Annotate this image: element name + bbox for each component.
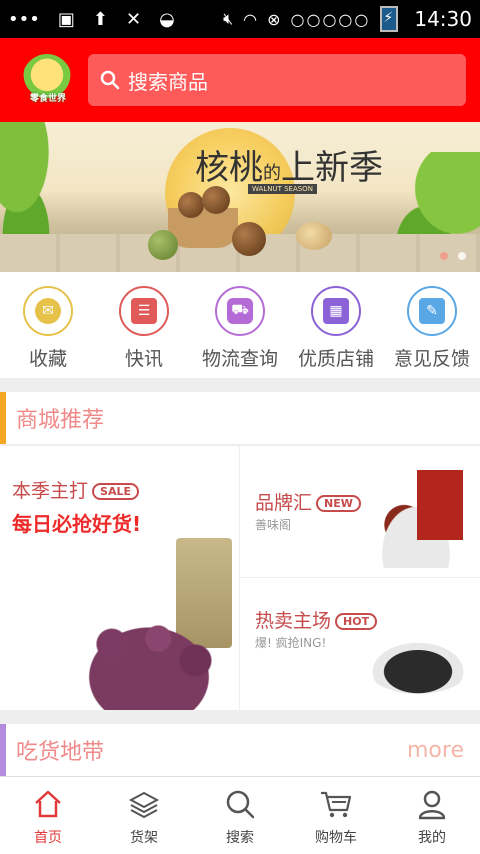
promo-title: 品牌汇 NEW xyxy=(255,488,361,515)
user-icon xyxy=(415,787,449,821)
clipboard-icon: ☰ xyxy=(119,286,169,336)
sale-badge: SALE xyxy=(92,483,139,500)
shortcut-logistics[interactable]: ⛟ 物流查询 xyxy=(192,272,288,378)
nav-profile[interactable]: 我的 xyxy=(384,777,480,854)
logo-text: 零食世界 xyxy=(29,94,66,104)
purple-peanuts-image xyxy=(56,600,239,710)
shortcut-label: 意见反馈 xyxy=(393,348,470,370)
section-accent-bar xyxy=(0,392,6,444)
banner-subtitle: WALNUT SEASON xyxy=(248,184,317,194)
walnut-image xyxy=(202,186,230,214)
shortcut-label: 快讯 xyxy=(124,348,163,370)
upload-icon: ⬆ xyxy=(92,8,108,30)
promo-brand-card[interactable]: 品牌汇 NEW 善味阁 xyxy=(241,446,480,578)
search-placeholder: 搜索商品 xyxy=(128,69,208,94)
promo-headline: 每日必抢好货! xyxy=(12,512,142,536)
nav-shelf[interactable]: 货架 xyxy=(96,777,192,854)
envelope-icon: ✉ xyxy=(23,286,73,336)
nav-label: 搜索 xyxy=(226,830,254,846)
cart-icon xyxy=(319,787,353,821)
mute-icon: 🔇︎ xyxy=(223,9,234,28)
green-walnut-image xyxy=(148,230,178,260)
shortcut-news[interactable]: ☰ 快讯 xyxy=(96,272,192,378)
app-logo[interactable]: 零食世界 xyxy=(22,54,72,106)
edit-icon: ✎ xyxy=(407,286,457,336)
hot-badge: HOT xyxy=(335,613,378,630)
search-icon xyxy=(98,68,122,92)
store-icon: ▦ xyxy=(311,286,361,336)
carousel-dot[interactable] xyxy=(458,252,466,260)
more-link[interactable]: more xyxy=(407,738,464,763)
promo-grid: 本季主打 SALE 每日必抢好货! 品牌汇 NEW 善味阁 热卖主场 HOT 爆! 疯… xyxy=(0,446,480,710)
search-icon xyxy=(223,787,257,821)
data-icon: ⊗ xyxy=(267,9,281,29)
banner-title: 核桃的上新季 xyxy=(195,148,383,188)
nav-label: 首页 xyxy=(34,830,62,846)
walnut-basket-image xyxy=(168,208,238,248)
debug-icon: ✕ xyxy=(125,8,142,30)
nav-label: 货架 xyxy=(130,830,158,846)
shortcut-label: 优质店铺 xyxy=(297,348,374,370)
carousel-indicator xyxy=(440,252,466,260)
carousel-dot[interactable] xyxy=(440,252,448,260)
section-accent-bar xyxy=(0,724,6,776)
snack-box-image xyxy=(417,470,463,540)
shortcut-label: 收藏 xyxy=(28,348,67,370)
status-bar: ••• ▣ ⬆ ✕ ◒ 🔇︎ ◠ ⊗ ○○○○○ 14:30 xyxy=(0,0,480,38)
shortcut-feedback[interactable]: ✎ 意见反馈 xyxy=(384,272,480,378)
shortcut-favorites[interactable]: ✉ 收藏 xyxy=(0,272,96,378)
promo-subtitle: 爆! 疯抢ING! xyxy=(255,636,327,650)
android-icon: ◒ xyxy=(159,8,175,30)
walnut-image xyxy=(232,222,266,256)
promo-subtitle: 善味阁 xyxy=(255,518,292,532)
section-title: 吃货地带 xyxy=(16,740,105,765)
nav-label: 购物车 xyxy=(315,830,357,846)
wifi-icon: ◠ xyxy=(243,9,258,29)
shortcut-bar: ✉ 收藏 ☰ 快讯 ⛟ 物流查询 ▦ 优质店铺 ✎ 意见反馈 xyxy=(0,272,480,378)
app-header: 零食世界 搜索商品 xyxy=(0,38,480,122)
signal-indicator: ○○○○○ xyxy=(290,9,371,29)
walnut-image xyxy=(178,192,204,218)
car-icon: ⛟ xyxy=(215,286,265,336)
promo-title: 本季主打 SALE xyxy=(12,476,139,503)
sunflower-seeds-image xyxy=(365,638,471,694)
nav-search[interactable]: 搜索 xyxy=(192,777,288,854)
promo-banner[interactable]: 核桃的上新季 WALNUT SEASON xyxy=(0,122,480,272)
clock: 14:30 xyxy=(414,7,472,31)
shortcut-stores[interactable]: ▦ 优质店铺 xyxy=(288,272,384,378)
nav-cart[interactable]: 购物车 xyxy=(288,777,384,854)
home-icon xyxy=(31,787,65,821)
nav-label: 我的 xyxy=(418,830,446,846)
promo-title: 热卖主场 HOT xyxy=(255,606,378,633)
nav-home[interactable]: 首页 xyxy=(0,777,96,854)
shortcut-label: 物流查询 xyxy=(201,348,278,370)
walnut-kernel-image xyxy=(296,222,332,250)
battery-icon xyxy=(380,6,399,32)
more-icon: ••• xyxy=(8,8,40,30)
promo-season-card[interactable]: 本季主打 SALE 每日必抢好货! xyxy=(0,446,240,710)
section-mall-header: 商城推荐 xyxy=(0,392,480,444)
section-title: 商城推荐 xyxy=(16,408,105,433)
new-badge: NEW xyxy=(316,495,361,512)
image-icon: ▣ xyxy=(57,8,75,30)
search-input[interactable]: 搜索商品 xyxy=(88,54,466,106)
promo-hot-card[interactable]: 热卖主场 HOT 爆! 疯抢ING! xyxy=(241,578,480,710)
bottom-navigation: 首页 货架 搜索 购物车 我的 xyxy=(0,776,480,854)
layers-icon xyxy=(127,787,161,821)
section-foodie-header: 吃货地带 more xyxy=(0,724,480,776)
